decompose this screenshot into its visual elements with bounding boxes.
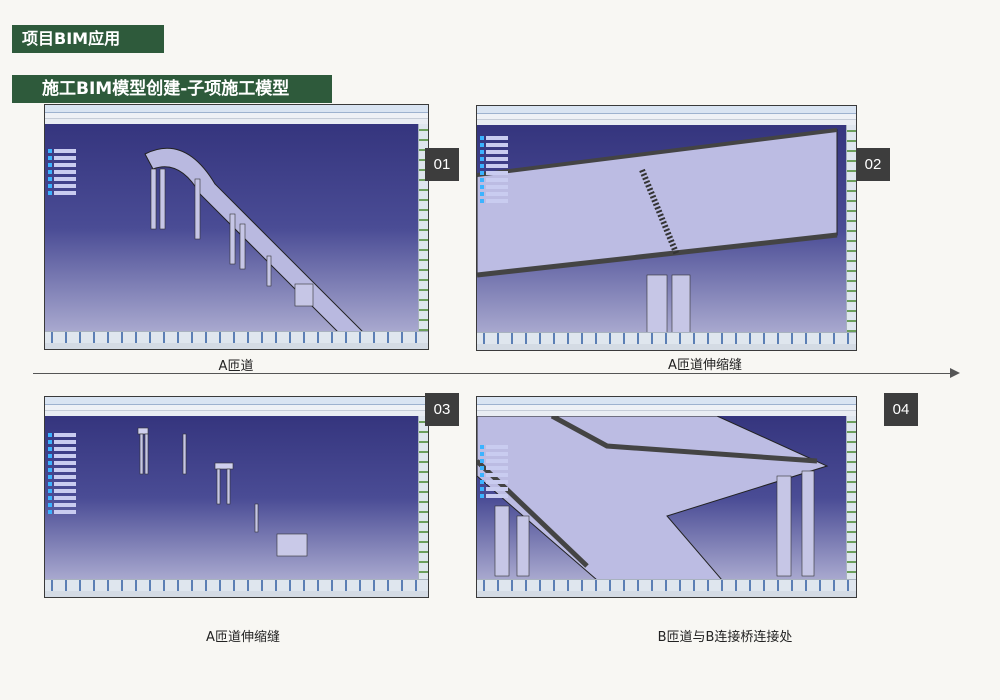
bottom-toolbar[interactable] xyxy=(45,579,428,591)
3d-viewport[interactable] xyxy=(45,124,419,332)
screenshot-panel-4 xyxy=(476,396,857,598)
specification-tree[interactable] xyxy=(48,433,76,517)
3d-viewport[interactable] xyxy=(477,416,847,580)
window-titlebar xyxy=(45,105,428,113)
right-toolbar[interactable] xyxy=(846,416,856,580)
window-titlebar xyxy=(477,106,856,114)
timeline-divider xyxy=(33,373,953,374)
right-toolbar[interactable] xyxy=(418,416,428,580)
panel-caption: A匝道 xyxy=(218,359,254,374)
panel-caption: A匝道伸缩缝 xyxy=(668,358,742,373)
specification-tree[interactable] xyxy=(480,445,508,501)
right-toolbar[interactable] xyxy=(846,125,856,333)
ramp-model-1 xyxy=(144,147,364,332)
status-bar xyxy=(477,344,856,350)
status-bar xyxy=(45,343,428,349)
bottom-toolbar[interactable] xyxy=(477,579,856,591)
panel-number-badge: 02 xyxy=(856,148,890,181)
bottom-toolbar[interactable] xyxy=(477,332,856,344)
subsection-title: 施工BIM模型创建-子项施工模型 xyxy=(12,75,332,103)
screenshot-panel-1 xyxy=(44,104,429,350)
connection-model-4 xyxy=(477,416,829,580)
panel-number-badge: 04 xyxy=(884,393,918,426)
3d-viewport[interactable] xyxy=(45,416,419,580)
expansion-joint-model-2 xyxy=(477,128,838,333)
screenshot-panel-2 xyxy=(476,105,857,351)
window-titlebar xyxy=(45,397,428,405)
arrow-head-icon xyxy=(950,368,960,378)
section-title: 项目BIM应用 xyxy=(12,25,164,53)
window-titlebar xyxy=(477,397,856,405)
pier-model-3 xyxy=(137,427,308,557)
panel-caption: B匝道与B连接桥连接处 xyxy=(657,630,793,645)
screenshot-panel-3 xyxy=(44,396,429,598)
panel-caption: A匝道伸缩缝 xyxy=(206,630,280,645)
3d-viewport[interactable] xyxy=(477,125,847,333)
panel-number-badge: 03 xyxy=(425,393,459,426)
status-bar xyxy=(45,591,428,597)
bottom-toolbar[interactable] xyxy=(45,331,428,343)
panel-number-badge: 01 xyxy=(425,148,459,181)
specification-tree[interactable] xyxy=(48,149,76,198)
status-bar xyxy=(477,591,856,597)
specification-tree[interactable] xyxy=(480,136,508,206)
